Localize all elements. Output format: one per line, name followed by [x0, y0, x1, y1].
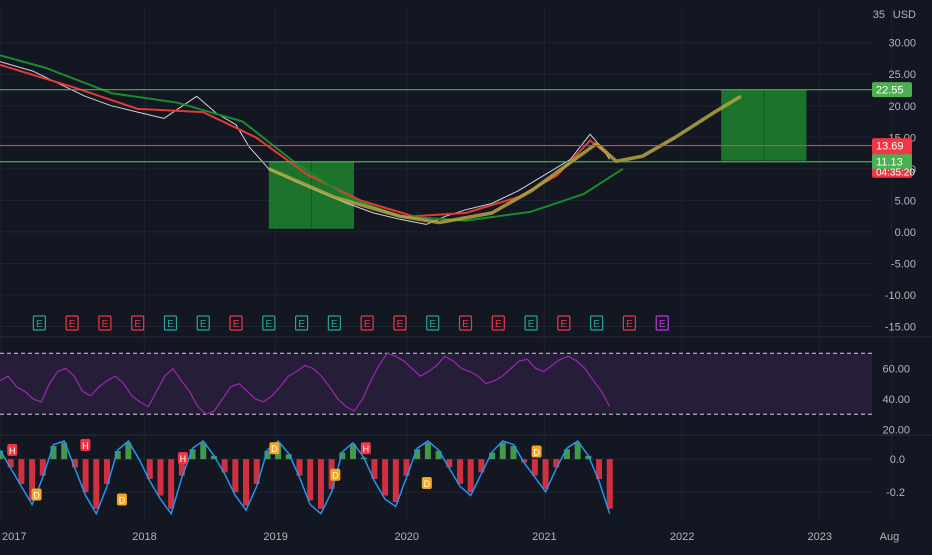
osc-bar	[157, 459, 164, 496]
earnings-marker-label: E	[429, 319, 436, 330]
rsi-tick-label: 40.00	[882, 394, 910, 406]
osc-bar	[168, 459, 175, 509]
osc-bar	[243, 459, 250, 506]
osc-bar	[467, 459, 474, 493]
osc-bar	[574, 442, 581, 460]
chart-background	[0, 0, 932, 550]
price-tick-label: 5.00	[895, 195, 916, 207]
earnings-marker-label: E	[233, 319, 240, 330]
osc-bar	[317, 459, 324, 509]
stock-chart[interactable]: E E E E E E E E E E E E E E E E E E E E H D H D H D D H D D USD 30.0…	[0, 0, 932, 550]
level-label: 22.55	[876, 85, 904, 97]
price-tick-label: 20.00	[888, 101, 916, 113]
time-tick-label: 2022	[670, 531, 694, 543]
time-tick-label: 2023	[808, 531, 832, 543]
price-tick-label: -15.00	[885, 322, 916, 334]
osc-bar	[392, 459, 399, 503]
time-tick-label: 2018	[132, 531, 156, 543]
earnings-marker-label: E	[200, 319, 207, 330]
earnings-marker-label: E	[593, 319, 600, 330]
time-tick-label: 2021	[532, 531, 556, 543]
signal-marker-label: D	[533, 448, 540, 458]
osc-bar	[542, 459, 549, 489]
rsi-tick-label: 20.00	[882, 424, 910, 436]
earnings-marker-label: E	[331, 319, 338, 330]
earnings-marker-label: E	[626, 319, 633, 330]
earnings-marker-label: E	[265, 319, 272, 330]
level-label: 13.69	[876, 141, 904, 153]
earnings-marker-label: E	[397, 319, 404, 330]
signal-marker-label: H	[82, 441, 89, 451]
price-tick-label-top: 35	[873, 9, 885, 21]
osc-bar	[606, 459, 613, 509]
osc-bar	[93, 459, 100, 509]
price-tick-label: -5.00	[891, 258, 916, 270]
osc-bar	[456, 459, 463, 484]
time-tick-label: Aug	[880, 531, 900, 543]
price-tick-label: 30.00	[888, 38, 916, 50]
signal-marker-label: D	[33, 491, 40, 501]
signal-marker-label: H	[363, 444, 370, 454]
osc-bar	[382, 459, 389, 496]
currency-label: USD	[893, 9, 916, 21]
earnings-marker-label: E	[36, 319, 43, 330]
rsi-band	[0, 353, 872, 415]
time-tick-label: 2020	[394, 531, 418, 543]
osc-bar	[307, 459, 314, 501]
signal-marker-label: H	[180, 454, 187, 464]
earnings-marker-label: E	[167, 319, 174, 330]
earnings-marker-label: E	[69, 319, 76, 330]
osc-bar	[499, 442, 506, 460]
osc-bar	[424, 442, 431, 460]
signal-marker-label: D	[271, 444, 278, 454]
earnings-marker-label: E	[528, 319, 535, 330]
osc-bar	[82, 459, 89, 493]
osc-bar	[18, 459, 25, 484]
countdown-label: 04:35:20	[876, 167, 915, 178]
signal-marker-label: D	[119, 496, 126, 506]
earnings-marker-label: E	[134, 319, 141, 330]
time-tick-label: 2017	[2, 531, 26, 543]
earnings-marker-label: E	[364, 319, 371, 330]
osc-tick-label: 0.0	[890, 454, 905, 466]
price-tick-label: 0.00	[895, 227, 916, 239]
chart-canvas[interactable]: E E E E E E E E E E E E E E E E E E E E H D H D H D D H D D USD 30.0…	[0, 0, 932, 550]
signal-marker-label: D	[332, 471, 339, 481]
time-tick-label: 2019	[263, 531, 287, 543]
earnings-marker-label: E	[659, 319, 666, 330]
earnings-marker-label: E	[462, 319, 469, 330]
earnings-marker-label: E	[561, 319, 568, 330]
rsi-panel[interactable]	[0, 352, 872, 415]
price-tick-label: -10.00	[885, 290, 916, 302]
earnings-marker-label: E	[495, 319, 502, 330]
earnings-marker-label: E	[102, 319, 109, 330]
earnings-marker-label: E	[298, 319, 305, 330]
osc-bar	[232, 459, 239, 493]
price-tick-label: 25.00	[888, 69, 916, 81]
osc-tick-label: -0.2	[886, 487, 905, 499]
rsi-tick-label: 60.00	[882, 363, 910, 375]
signal-marker-label: H	[9, 446, 16, 456]
signal-marker-label: D	[424, 479, 431, 489]
